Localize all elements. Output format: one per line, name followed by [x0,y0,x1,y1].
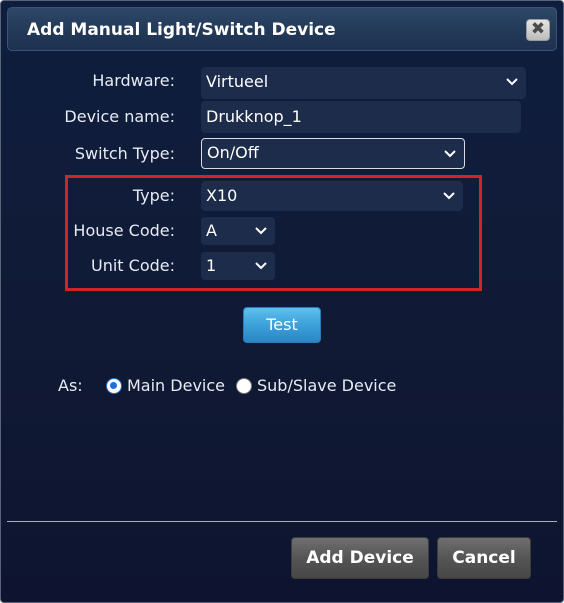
house-code-value: A [206,221,217,240]
close-icon: ✖ [530,19,546,39]
hardware-label: Hardware: [92,71,175,90]
cancel-button[interactable]: Cancel [437,537,531,579]
switch-type-value: On/Off [207,143,259,162]
unit-code-value: 1 [206,256,217,275]
device-name-value: Drukknop_1 [206,107,302,126]
type-label: Type: [132,186,175,205]
dialog-titlebar: Add Manual Light/Switch Device ✖ [7,7,557,51]
type-select[interactable]: X10 [201,181,463,211]
device-name-label: Device name: [64,107,175,126]
slave-device-label[interactable]: Sub/Slave Device [257,376,396,395]
chevron-down-icon [444,150,456,158]
test-button[interactable]: Test [243,307,321,343]
unit-code-label: Unit Code: [90,256,175,275]
unit-code-select[interactable]: 1 [201,252,275,280]
chevron-down-icon [255,227,267,235]
house-code-select[interactable]: A [201,217,275,245]
main-device-radio-icon[interactable] [106,378,122,394]
as-label: As: [58,376,83,395]
slave-device-radio-icon[interactable] [236,378,252,394]
main-device-label[interactable]: Main Device [127,376,225,395]
house-code-label: House Code: [73,221,175,240]
chevron-down-icon [506,78,518,86]
type-value: X10 [206,186,238,205]
close-button[interactable]: ✖ [526,19,550,41]
device-name-input[interactable]: Drukknop_1 [201,101,521,133]
chevron-down-icon [255,262,267,270]
add-device-button[interactable]: Add Device [291,537,429,579]
switch-type-label: Switch Type: [74,144,175,163]
add-device-dialog: Add Manual Light/Switch Device ✖ Hardwar… [0,0,564,603]
hardware-select[interactable]: Virtueel [201,67,526,99]
switch-type-select[interactable]: On/Off [201,138,465,169]
hardware-value: Virtueel [206,72,269,91]
chevron-down-icon [443,192,455,200]
dialog-title: Add Manual Light/Switch Device [27,20,336,40]
footer-divider [7,521,557,522]
